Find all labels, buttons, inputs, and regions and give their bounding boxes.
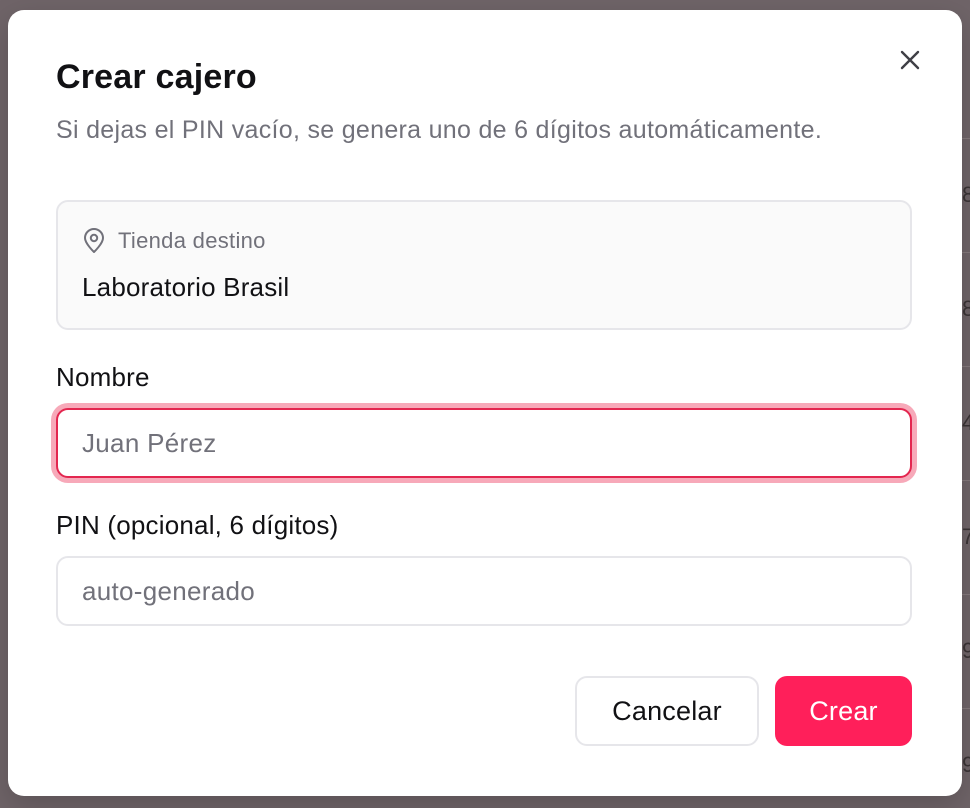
destination-store-label: Tienda destino: [118, 228, 266, 253]
name-input[interactable]: [56, 408, 912, 478]
background-cell: 4: [962, 410, 970, 435]
dialog-description: Si dejas el PIN vacío, se genera uno de …: [56, 116, 823, 144]
close-icon: [900, 50, 920, 70]
name-field-label: Nombre: [56, 362, 150, 392]
close-button[interactable]: [894, 44, 926, 76]
destination-store-value: Laboratorio Brasil: [82, 272, 290, 302]
background-cell: 8: [962, 182, 970, 207]
cancel-button[interactable]: Cancelar: [575, 676, 759, 746]
pin-input[interactable]: [56, 556, 912, 626]
destination-store-card: Tienda destino Laboratorio Brasil: [56, 200, 912, 330]
dialog-title: Crear cajero: [56, 58, 257, 96]
background-cell: 8: [962, 296, 970, 321]
background-cell: 9: [962, 752, 970, 777]
destination-store-header: Tienda destino: [82, 228, 266, 254]
pin-field-label: PIN (opcional, 6 dígitos): [56, 510, 339, 540]
background-cell: 9: [962, 638, 970, 663]
create-button[interactable]: Crear: [775, 676, 912, 746]
background-cell: 7: [962, 524, 970, 549]
map-pin-icon: [84, 228, 104, 253]
create-cashier-dialog: Crear cajero Si dejas el PIN vacío, se g…: [8, 10, 962, 796]
